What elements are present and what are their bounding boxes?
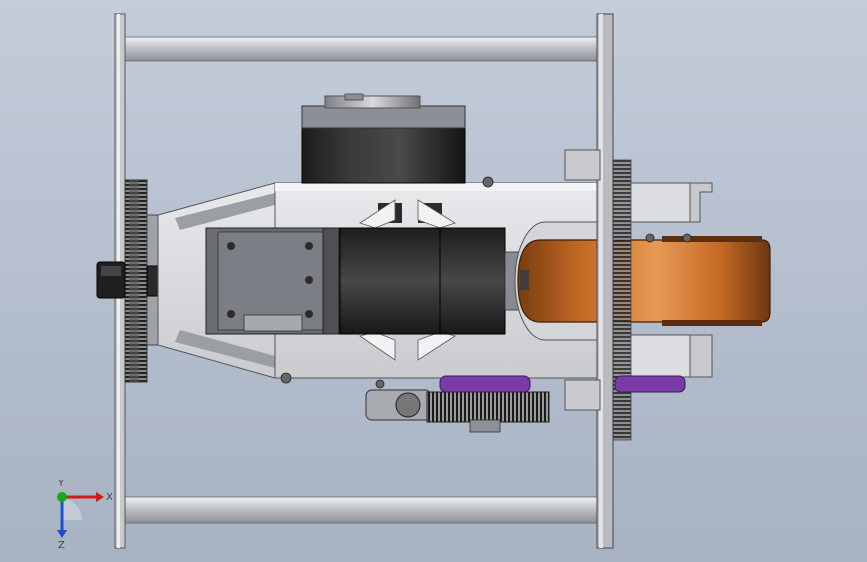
bottom-rod[interactable] [121,496,603,524]
z-axis-label: Z [58,540,65,550]
y-axis-dot [57,492,67,502]
orientation-triad: X Y Z [57,480,113,550]
bottom-gear-train[interactable] [365,375,686,433]
left-spur-gear[interactable] [124,179,148,383]
drive-belt[interactable] [517,236,771,326]
x-axis-label: X [106,492,113,503]
assembly-model[interactable] [0,0,867,562]
y-axis-label: Y [57,480,65,489]
right-side-plate[interactable] [596,13,614,549]
motor-mount-block[interactable] [205,227,340,335]
top-rod[interactable] [121,36,603,62]
top-motor[interactable] [301,93,466,184]
cad-viewport[interactable]: X Y Z [0,0,867,562]
shaft-nut[interactable] [96,261,126,299]
